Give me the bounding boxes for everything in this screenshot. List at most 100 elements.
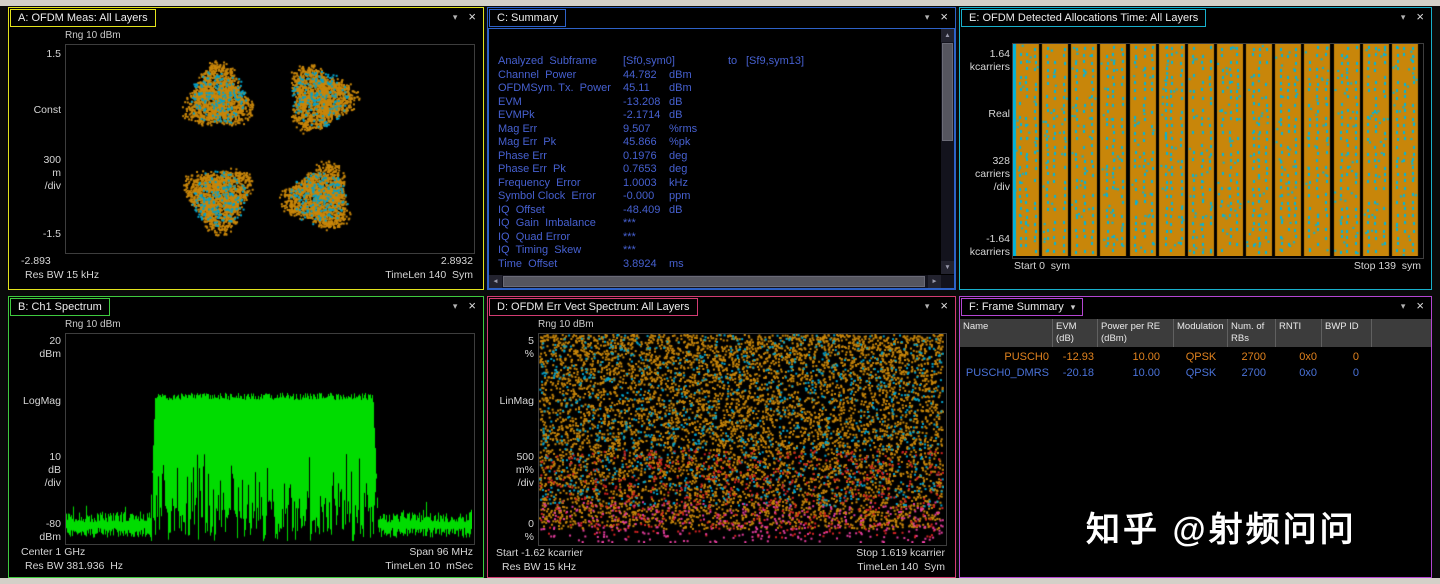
y-axis-type-label: Const: [9, 104, 61, 117]
summary-unit: %rms: [669, 123, 697, 135]
summary-to: to: [728, 55, 737, 67]
summary-unit: dB: [669, 109, 682, 121]
x-axis-left-label: -2.893: [21, 255, 51, 267]
panel-d-close-icon[interactable]: ×: [940, 300, 948, 312]
summary-label: IQ Gain Imbalance: [498, 217, 596, 229]
panel-e-close-icon[interactable]: ×: [1416, 11, 1424, 23]
cell-rnti: 0x0: [1276, 365, 1322, 381]
summary-unit: ms: [669, 258, 684, 270]
evm-spectrum-plot[interactable]: [539, 334, 944, 543]
range-label: Rng 10 dBm: [538, 319, 594, 330]
header-cell-evm: EVM (dB): [1053, 319, 1098, 347]
y-axis-top-label: 20 dBm: [9, 335, 61, 361]
summary-line: Frequency Error1.0003kHz: [489, 177, 940, 190]
panel-c-title[interactable]: C: Summary: [489, 9, 566, 27]
spectrum-plot[interactable]: [66, 334, 472, 542]
y-axis-scale-label: 10 dB /div: [9, 451, 61, 490]
cell-evm: -20.18: [1053, 365, 1098, 381]
panel-f-close-icon[interactable]: ×: [1416, 300, 1424, 312]
panel-f-dropdown-icon[interactable]: ▾: [1401, 301, 1406, 312]
summary-line: Phase Err Pk0.7653deg: [489, 163, 940, 176]
header-cell-filler: [1372, 319, 1431, 347]
frame-summary-dropdown-icon[interactable]: ▾: [1071, 302, 1076, 312]
panel-e-title[interactable]: E: OFDM Detected Allocations Time: All L…: [961, 9, 1206, 27]
range-label: Rng 10 dBm: [65, 30, 121, 41]
panel-f-titlebar: F: Frame Summary▾ ▾ ×: [960, 297, 1431, 317]
summary-unit: dBm: [669, 69, 692, 81]
panel-b-titlebar: B: Ch1 Spectrum ▾ ×: [9, 297, 483, 317]
summary-value: 9.507: [623, 123, 651, 135]
summary-value: -48.409: [623, 204, 660, 216]
allocations-plot[interactable]: [1013, 44, 1421, 256]
panel-a-title[interactable]: A: OFDM Meas: All Layers: [10, 9, 156, 27]
panel-a-dropdown-icon[interactable]: ▾: [453, 12, 458, 23]
summary-line: Analyzed Subframe[Sf0,sym0]to[Sf9,sym13]: [489, 55, 940, 68]
cell-power-per-re: 10.00: [1098, 349, 1174, 365]
scroll-right-button[interactable]: ►: [928, 275, 941, 288]
y-axis-scale-label: 328 carriers /div: [960, 155, 1010, 194]
panel-d-title[interactable]: D: OFDM Err Vect Spectrum: All Layers: [489, 298, 698, 316]
cell-name: PUSCH0_DMRS: [960, 365, 1053, 381]
summary-line: IQ Gain Imbalance***: [489, 217, 940, 230]
y-axis-bottom-label: -80 dBm: [9, 518, 61, 544]
frame-summary-row[interactable]: PUSCH0-12.9310.00QPSK27000x00: [960, 349, 1372, 365]
frame-summary-header: NameEVM (dB)Power per RE (dBm)Modulation…: [960, 319, 1431, 347]
summary-value: 44.782: [623, 69, 657, 81]
header-cell-name: Name: [960, 319, 1053, 347]
allocations-plot-area[interactable]: [1012, 43, 1424, 259]
panel-d-dropdown-icon[interactable]: ▾: [925, 301, 930, 312]
panel-a-content: Rng 10 dBm 1.5 Const 300 m /div -1.5 -2.…: [9, 28, 483, 289]
scroll-down-button[interactable]: ▼: [941, 261, 954, 274]
panel-b-dropdown-icon[interactable]: ▾: [453, 301, 458, 312]
panel-ofdm-meas: A: OFDM Meas: All Layers ▾ × Rng 10 dBm …: [8, 7, 484, 290]
x-axis-stop-label: Stop 139 sym: [1354, 260, 1421, 272]
panel-detected-allocations: E: OFDM Detected Allocations Time: All L…: [959, 7, 1432, 290]
y-axis-top-label: 1.64 kcarriers: [960, 48, 1010, 74]
constellation-plot-area[interactable]: [65, 44, 475, 254]
evm-plot-area[interactable]: [538, 333, 947, 546]
summary-label: OFDMSym. Tx. Power: [498, 82, 611, 94]
x-axis-start-label: Start -1.62 kcarrier: [496, 547, 583, 559]
center-freq-label: Center 1 GHz: [21, 546, 85, 558]
summary-value: 45.866: [623, 136, 657, 148]
cell-evm: -12.93: [1053, 349, 1098, 365]
summary-horizontal-scrollbar[interactable]: ◄ ►: [489, 275, 941, 288]
panel-err-vect-spectrum: D: OFDM Err Vect Spectrum: All Layers ▾ …: [487, 296, 956, 578]
panel-e-dropdown-icon[interactable]: ▾: [1401, 12, 1406, 23]
window-chrome-bottom: [0, 578, 1440, 584]
header-cell-power-per-re: Power per RE (dBm): [1098, 319, 1174, 347]
frame-summary-row[interactable]: PUSCH0_DMRS-20.1810.00QPSK27000x00: [960, 365, 1372, 381]
summary-label: Phase Err: [498, 150, 547, 162]
summary-unit: ppm: [669, 190, 690, 202]
scroll-left-button[interactable]: ◄: [489, 275, 502, 288]
vertical-scroll-thumb[interactable]: [942, 43, 953, 141]
horizontal-scroll-thumb[interactable]: [503, 276, 925, 287]
summary-line: Symbol Clock Error-0.000ppm: [489, 190, 940, 203]
panel-f-title[interactable]: F: Frame Summary▾: [961, 298, 1083, 316]
summary-vertical-scrollbar[interactable]: ▲ ▼: [941, 29, 954, 274]
summary-unit: deg: [669, 163, 687, 175]
summary-label: Time Offset: [498, 258, 557, 270]
summary-line: Mag Err Pk45.866%pk: [489, 136, 940, 149]
summary-line: Mag Err 9.507 %rms: [489, 123, 940, 136]
summary-label: Mag Err: [498, 123, 537, 135]
panel-c-titlebar: C: Summary ▾ ×: [488, 8, 955, 28]
summary-label: Symbol Clock Error: [498, 190, 596, 202]
panel-b-title[interactable]: B: Ch1 Spectrum: [10, 298, 110, 316]
panel-c-dropdown-icon[interactable]: ▾: [925, 12, 930, 23]
scroll-up-button[interactable]: ▲: [941, 29, 954, 42]
panel-b-close-icon[interactable]: ×: [468, 300, 476, 312]
y-axis-type-label: Real: [960, 108, 1010, 121]
constellation-plot[interactable]: [66, 45, 472, 251]
panel-a-titlebar: A: OFDM Meas: All Layers ▾ ×: [9, 8, 483, 28]
y-axis-scale-label: 300 m /div: [9, 154, 61, 193]
panel-summary: C: Summary ▾ × Analyzed Subframe[Sf0,sym…: [487, 7, 956, 290]
scrollbar-corner: [941, 275, 954, 288]
y-axis-bottom-label: -1.5: [9, 228, 61, 241]
panel-e-titlebar: E: OFDM Detected Allocations Time: All L…: [960, 8, 1431, 28]
panel-c-close-icon[interactable]: ×: [940, 11, 948, 23]
panel-a-close-icon[interactable]: ×: [468, 11, 476, 23]
y-axis-type-label: LogMag: [9, 395, 61, 408]
y-axis-top-label: 5 %: [488, 335, 534, 361]
spectrum-plot-area[interactable]: [65, 333, 475, 545]
